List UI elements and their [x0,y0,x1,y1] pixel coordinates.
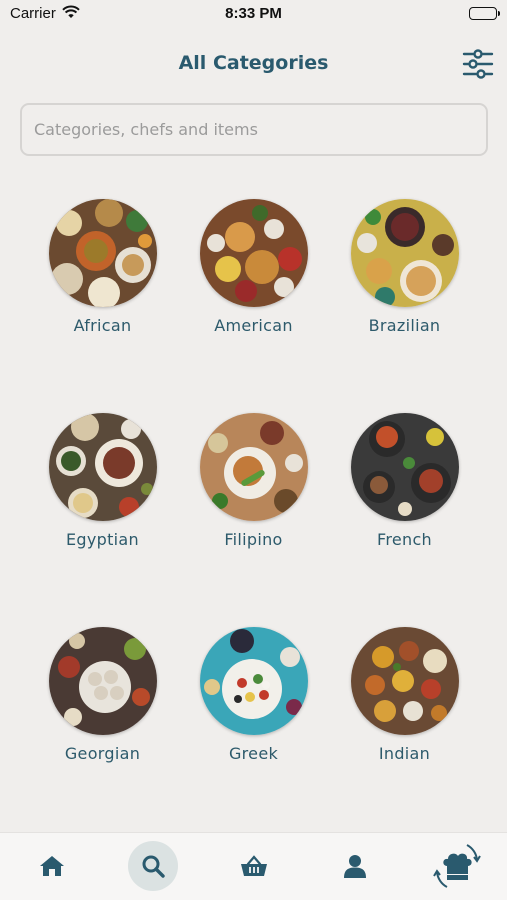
category-label: Filipino [224,530,283,549]
category-image [48,627,157,735]
home-icon [40,856,64,876]
status-bar: Carrier 8:33 PM [0,0,507,28]
user-icon [344,855,366,878]
category-label: Greek [228,744,279,763]
category-greek[interactable]: Greek [178,627,329,841]
category-brazilian[interactable]: Brazilian [329,199,480,413]
category-filipino[interactable]: Filipino [178,413,329,627]
sliders-icon [462,49,494,79]
category-label: Egyptian [66,530,139,549]
category-label: Georgian [64,744,141,763]
category-american[interactable]: American [178,199,329,413]
category-indian[interactable]: Indian [329,627,480,841]
category-label: Brazilian [368,316,441,335]
category-label: French [377,530,432,549]
status-time: 8:33 PM [225,5,282,22]
basket-icon [241,855,267,876]
category-label: Indian [378,744,431,763]
tab-profile[interactable] [330,841,380,891]
tab-switch-chef[interactable] [430,841,484,891]
battery-icon [469,7,500,20]
tab-search[interactable] [128,841,178,891]
filter-button[interactable] [461,46,495,82]
category-image [48,199,157,307]
category-image [199,627,308,735]
category-image [199,413,308,521]
category-georgian[interactable]: Georgian [27,627,178,841]
category-label: African [73,316,132,335]
category-image [350,413,459,521]
tab-home[interactable] [27,841,77,891]
category-french[interactable]: French [329,413,480,627]
search-input[interactable] [20,103,488,156]
search-icon [142,855,165,878]
category-image [350,627,459,735]
category-egyptian[interactable]: Egyptian [27,413,178,627]
category-image [350,199,459,307]
category-grid: African American Brazilian Egyptian Fili… [27,199,480,841]
chef-switch-icon [433,844,481,888]
category-african[interactable]: African [27,199,178,413]
tab-basket[interactable] [229,841,279,891]
category-label: American [214,316,293,335]
tab-bar [0,832,507,900]
category-image [199,199,308,307]
category-image [48,413,157,521]
page-title: All Categories [178,52,329,74]
